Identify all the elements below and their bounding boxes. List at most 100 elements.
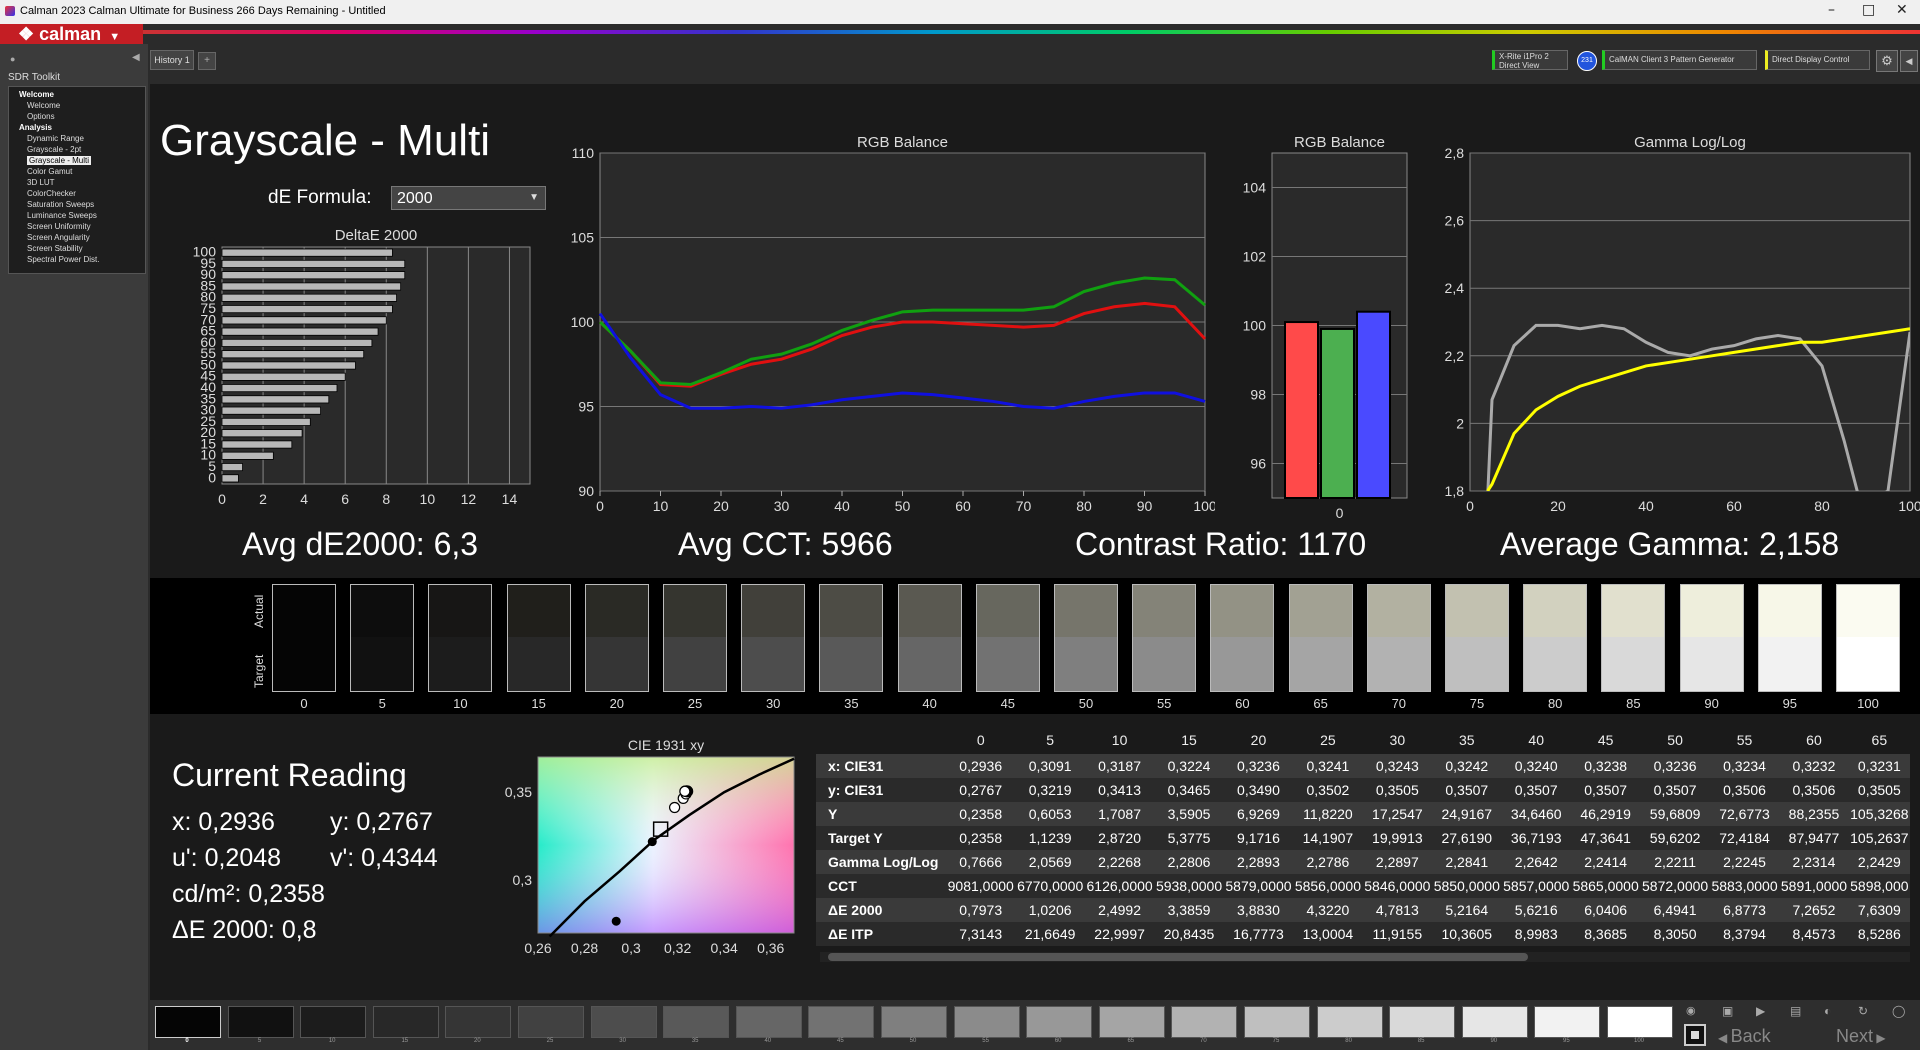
- calman-logo[interactable]: ❖ calman ▼: [18, 24, 120, 45]
- table-column-header: 0: [976, 732, 985, 748]
- bottom-swatch-55[interactable]: [953, 1006, 1020, 1038]
- bottom-swatch-10[interactable]: [300, 1006, 367, 1038]
- sidebar-item-spectral-power-dist-[interactable]: Spectral Power Dist.: [27, 255, 99, 264]
- table-cell: 10,3605: [1432, 922, 1502, 946]
- table-cell: 2,4992: [1084, 898, 1155, 922]
- rgb-balance-bar-chart: RGB Balance 96 98 100 102 104 0: [1243, 134, 1408, 520]
- bottom-swatch-60[interactable]: [1026, 1006, 1093, 1038]
- sidebar-item-welcome[interactable]: Welcome: [27, 101, 60, 110]
- toolbar-record-icon[interactable]: ▣: [1722, 1004, 1733, 1018]
- swatch-label: 15: [531, 696, 546, 711]
- bottom-swatch-label: 0: [185, 1038, 189, 1044]
- table-cell: 0,3243: [1362, 754, 1433, 778]
- sidebar-item-options[interactable]: Options: [27, 112, 55, 121]
- table-row-header: Target Y: [816, 826, 946, 850]
- toolbar-more-icon[interactable]: ◯: [1892, 1004, 1905, 1018]
- close-button[interactable]: ✕: [1896, 2, 1908, 18]
- sidebar-item-analysis[interactable]: Analysis: [19, 123, 52, 132]
- collapse-right-icon[interactable]: ◀: [1900, 50, 1918, 72]
- panel-pin-icon[interactable]: ●: [10, 54, 15, 64]
- bottom-swatch-100[interactable]: [1607, 1006, 1673, 1038]
- swatch-target: [976, 637, 1039, 691]
- table-scrollbar[interactable]: [820, 952, 1910, 962]
- bottom-swatch-90[interactable]: [1461, 1006, 1528, 1038]
- toolbar-link-icon[interactable]: ◐: [1824, 1004, 1831, 1018]
- bottom-swatch-45[interactable]: [808, 1006, 875, 1038]
- rgb-line-y-tick: 95: [578, 399, 594, 415]
- logo-diamond-icon: ❖: [18, 24, 40, 44]
- back-button[interactable]: ◀ Back: [1718, 1026, 1771, 1047]
- table-cell: 105,2637: [1848, 826, 1910, 850]
- sidebar-item-grayscale-multi[interactable]: Grayscale - Multi: [27, 156, 92, 165]
- deltae-x-tick: 8: [382, 491, 390, 507]
- sidebar-item-screen-stability[interactable]: Screen Stability: [27, 244, 83, 253]
- bottom-swatch-label: 5: [257, 1038, 262, 1044]
- bottom-swatch-50[interactable]: [881, 1006, 947, 1038]
- sidebar-item-screen-uniformity[interactable]: Screen Uniformity: [27, 222, 91, 231]
- maximize-button[interactable]: □: [1862, 2, 1875, 18]
- table-cell: 2,2642: [1501, 850, 1571, 874]
- toolbar-play-icon[interactable]: ▶: [1756, 1004, 1765, 1018]
- sidebar-item-color-gamut[interactable]: Color Gamut: [27, 167, 72, 176]
- table-row-header: Gamma Log/Log: [816, 850, 946, 874]
- table-cell: 2,2211: [1640, 850, 1710, 874]
- bottom-swatch-label: 65: [1127, 1038, 1135, 1044]
- sidebar-item-screen-angularity[interactable]: Screen Angularity: [27, 233, 90, 242]
- reading-delta-e: ΔE 2000: 0,8: [172, 916, 317, 944]
- deltae-bar: [221, 259, 406, 268]
- swatch-actual: [976, 585, 1039, 637]
- bottom-swatch-5[interactable]: [227, 1006, 294, 1038]
- toolbar-lock-icon[interactable]: ▤: [1790, 1004, 1801, 1018]
- display-control-selector[interactable]: Direct Display Control: [1765, 50, 1870, 70]
- bottom-swatch-80[interactable]: [1316, 1006, 1383, 1038]
- camera-icon[interactable]: ◉: [1686, 1004, 1696, 1017]
- stop-button[interactable]: [1684, 1024, 1706, 1046]
- bottom-swatch-75[interactable]: [1244, 1006, 1310, 1038]
- meter-selector[interactable]: X-Rite i1Pro 2 Direct View: [1492, 50, 1568, 70]
- table-cell: 6,8773: [1709, 898, 1780, 922]
- swatch-target: [898, 637, 961, 691]
- sidebar-item-saturation-sweeps[interactable]: Saturation Sweeps: [27, 200, 94, 209]
- bottom-swatch-0[interactable]: [155, 1006, 221, 1038]
- table-column-header: 55: [1736, 732, 1753, 748]
- bottom-swatch-95[interactable]: [1534, 1006, 1601, 1038]
- bottom-swatch-85[interactable]: [1389, 1006, 1456, 1038]
- sidebar-item-welcome[interactable]: Welcome: [19, 90, 54, 99]
- table-row: ΔE ITP 7,3143 21,6649 22,9997 20,8435 16,7773…: [816, 922, 1910, 946]
- tab-history-1[interactable]: History 1: [150, 50, 194, 70]
- bottom-swatch-25[interactable]: [518, 1006, 584, 1038]
- collapse-panel-icon[interactable]: ◀: [132, 52, 140, 63]
- table-cell: 0,3240: [1501, 754, 1571, 778]
- de-formula-select[interactable]: 2000 ▼: [391, 186, 546, 210]
- target-row-label: Target: [252, 654, 266, 688]
- table-cell: 2,2786: [1293, 850, 1363, 874]
- deltae-bar: [221, 417, 311, 426]
- sidebar-item-dynamic-range[interactable]: Dynamic Range: [27, 134, 84, 143]
- table-scroll-thumb[interactable]: [828, 953, 1528, 961]
- minimize-button[interactable]: –: [1828, 2, 1835, 18]
- rgb-bar-0: [1284, 321, 1319, 499]
- avg-cct-stat: Avg CCT: 5966: [678, 526, 893, 562]
- table-cell: 22,9997: [1084, 922, 1155, 946]
- toolbar-refresh-icon[interactable]: ↻: [1858, 1004, 1868, 1018]
- bottom-swatch-65[interactable]: [1098, 1006, 1165, 1038]
- sidebar-item-luminance-sweeps[interactable]: Luminance Sweeps: [27, 211, 97, 220]
- bottom-swatch-70[interactable]: [1171, 1006, 1238, 1038]
- bottom-swatch-20[interactable]: [445, 1006, 512, 1038]
- sidebar-item-colorchecker[interactable]: ColorChecker: [27, 189, 76, 198]
- bottom-swatch-35[interactable]: [663, 1006, 730, 1038]
- next-button[interactable]: Next ▶: [1836, 1026, 1886, 1047]
- bottom-swatch-30[interactable]: [590, 1006, 657, 1038]
- sidebar-item-grayscale-2pt[interactable]: Grayscale - 2pt: [27, 145, 81, 154]
- pattern-generator-selector[interactable]: CalMAN Client 3 Pattern Generator: [1602, 50, 1757, 70]
- table-cell: 5,2164: [1432, 898, 1502, 922]
- bottom-swatch-15[interactable]: [372, 1006, 439, 1038]
- table-row: CCT 9081,0000 6770,0000 6126,0000 5938,0000 5…: [816, 874, 1910, 898]
- bottom-swatch-label: 25: [546, 1038, 554, 1044]
- sidebar-item-3d-lut[interactable]: 3D LUT: [27, 178, 55, 187]
- meter-badge[interactable]: 231: [1577, 51, 1597, 71]
- settings-gear-icon[interactable]: ⚙: [1876, 50, 1898, 72]
- add-tab-icon[interactable]: +: [198, 52, 216, 70]
- table-cell: 0,3507: [1501, 778, 1571, 802]
- bottom-swatch-40[interactable]: [735, 1006, 802, 1038]
